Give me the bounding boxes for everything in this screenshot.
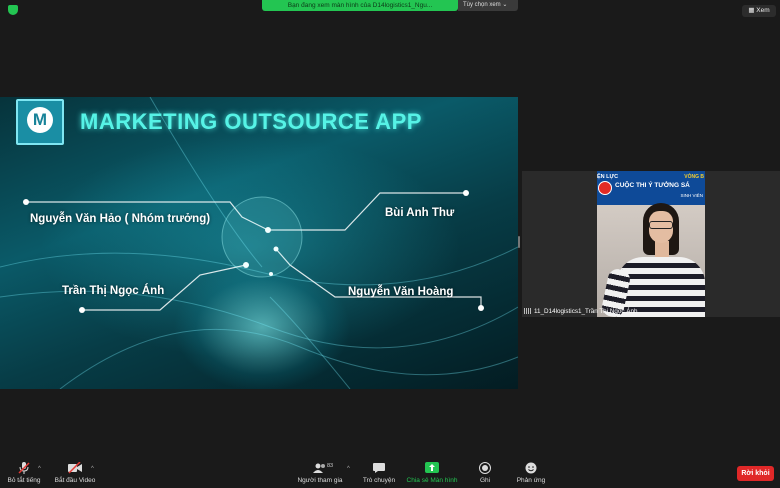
participants-options-caret[interactable]: ^ (347, 466, 350, 472)
banner-text: SINH VIÊN (680, 193, 703, 198)
chat-button[interactable]: Trò chuyện (360, 458, 398, 488)
member-name: Nguyễn Văn Hoàng (348, 286, 454, 298)
logo-letter: M (27, 107, 53, 133)
chat-label: Trò chuyện (362, 477, 396, 484)
reactions-label: Phản ứng (516, 477, 546, 484)
reactions-button[interactable]: Phản ứng (512, 458, 550, 488)
banner-text: CUỘC THI Ý TƯỞNG SÁ (615, 182, 690, 189)
chevron-down-icon: ⌄ (502, 2, 508, 8)
youth-union-logo (598, 181, 612, 195)
video-off-icon (68, 461, 82, 474)
audio-options-caret[interactable]: ^ (38, 466, 41, 472)
emoji-icon (524, 462, 538, 474)
share-screen-label: Chia sẻ Màn hình (406, 477, 458, 484)
record-button[interactable]: Ghi (472, 458, 498, 488)
slide-title: MARKETING OUTSOURCE APP (80, 109, 422, 134)
share-screen-button[interactable]: Chia sẻ Màn hình (404, 458, 460, 488)
security-shield-icon[interactable] (8, 5, 18, 15)
participants-icon: 83 (313, 462, 333, 474)
banner-text: ỆN LỰC (597, 174, 619, 180)
zoom-meeting-window: Bạn đang xem màn hình của D14logistics1_… (0, 0, 780, 488)
view-options-label: Tùy chọn xem (463, 2, 501, 8)
member-name: Nguyễn Văn Hảo ( Nhóm trưởng) (30, 213, 211, 225)
view-options-dropdown[interactable]: Tùy chọn xem ⌄ (458, 0, 518, 11)
shared-screen-slide: M MARKETING OUTSOURCE APP Nguyễn Văn Hảo… (0, 97, 518, 389)
person-glasses (649, 221, 673, 229)
participants-count: 83 (327, 463, 334, 469)
video-background-banner: ỆN LỰC VÒNG B CUỘC THI Ý TƯỞNG SÁ SINH V… (597, 171, 705, 205)
record-icon (478, 462, 492, 474)
chat-icon (372, 462, 386, 474)
unmute-button[interactable]: Bỏ tắt tiếng (4, 458, 44, 488)
participant-video: ỆN LỰC VÒNG B CUỘC THI Ý TƯỞNG SÁ SINH V… (597, 171, 705, 317)
participants-button[interactable]: 83 Người tham gia (295, 458, 345, 488)
start-video-button[interactable]: Bắt đầu Video (52, 458, 98, 488)
member-name: Bùi Anh Thư (385, 207, 455, 219)
participants-label: Người tham gia (297, 477, 343, 484)
participant-video-tile[interactable]: ỆN LỰC VÒNG B CUỘC THI Ý TƯỞNG SÁ SINH V… (522, 171, 780, 317)
view-button[interactable]: ▦ Xem (742, 5, 776, 17)
participant-name: 11_D14logistics1_Trần Thị Ngọc Ánh (534, 308, 638, 315)
screen-share-banner: Bạn đang xem màn hình của D14logistics1_… (262, 0, 458, 11)
panel-resize-handle[interactable] (518, 236, 520, 248)
member-name: Trần Thị Ngọc Ánh (62, 285, 165, 297)
unmute-label: Bỏ tắt tiếng (7, 477, 41, 484)
view-button-label: Xem (756, 7, 770, 14)
record-label: Ghi (479, 477, 491, 484)
signal-strength-icon (524, 308, 532, 314)
banner-text: VÒNG B (684, 174, 704, 180)
participant-name-tag: 11_D14logistics1_Trần Thị Ngọc Ánh (522, 306, 780, 317)
microphone-muted-icon (17, 462, 31, 474)
start-video-label: Bắt đầu Video (54, 477, 96, 484)
slide-network-lines (0, 97, 518, 389)
app-logo: M (16, 99, 64, 145)
video-options-caret[interactable]: ^ (91, 466, 94, 472)
share-screen-icon (425, 462, 439, 474)
leave-meeting-button[interactable]: Rời khỏi (737, 466, 774, 481)
meeting-toolbar: Bỏ tắt tiếng ^ Bắt đầu Video ^ 83 Người … (0, 458, 780, 488)
